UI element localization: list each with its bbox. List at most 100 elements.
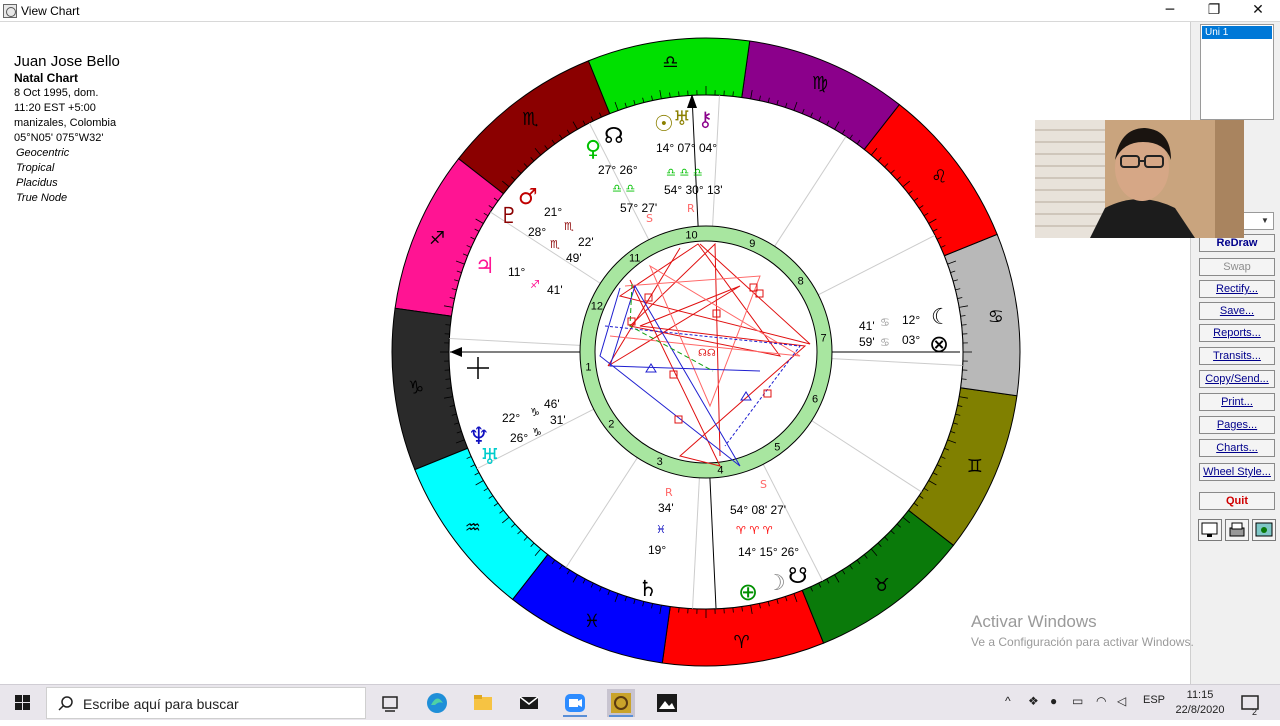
pages-button[interactable]: Pages... (1199, 416, 1275, 434)
notification-center-icon[interactable]: 2 (1236, 689, 1264, 717)
earth-group-minutes: 54° 08' 27' (730, 503, 786, 517)
print-button[interactable]: Print... (1199, 393, 1275, 411)
chart-info: Juan Jose Bello Natal Chart 8 Oct 1995, … (14, 52, 120, 206)
svg-text:2: 2 (1252, 707, 1257, 717)
quit-button[interactable]: Quit (1199, 492, 1275, 510)
pof-degree: 03° (902, 333, 920, 347)
search-icon (57, 695, 75, 713)
south-node-icon: ☋ (788, 564, 808, 589)
uranus-transit-icon: ♅ (480, 445, 500, 470)
svg-text:♏: ♏ (550, 238, 560, 251)
save-button[interactable]: Save... (1199, 302, 1275, 320)
sign-glyph-cancer-icon: ♋ (988, 306, 1004, 327)
task-view-icon[interactable] (376, 689, 404, 717)
clock-time: 11:15 (1172, 688, 1228, 703)
close-button[interactable]: ✕ (1236, 0, 1280, 22)
chart-list[interactable]: Uni 1 (1200, 24, 1274, 120)
wifi-icon[interactable]: ◠ (1096, 694, 1106, 708)
windows-start-icon[interactable] (0, 685, 46, 721)
birth-time: 11:20 EST +5:00 (14, 101, 120, 116)
chevron-down-icon[interactable]: ▼ (1258, 214, 1272, 228)
zodiac-wheel[interactable]: ♈♉♊♋♌♍♎♏♐♑♒♓ 109876543211211 ☉ ♅ ⚷ ♀ ☊ ♂… (380, 26, 1040, 678)
svg-text:R: R (665, 486, 673, 499)
volume-icon[interactable]: ◁ (1117, 694, 1126, 708)
svg-text:♑: ♑ (532, 426, 542, 439)
printer-icon[interactable] (1225, 519, 1249, 541)
svg-text:♓: ♓ (656, 523, 666, 536)
svg-text:♏: ♏ (564, 220, 574, 233)
search-placeholder: Escribe aquí para buscar (83, 696, 239, 712)
export-icon[interactable] (1252, 519, 1276, 541)
tray-expand-icon[interactable]: ^ (1005, 694, 1011, 708)
mercury-degrees: 54° 30° 13' (664, 183, 723, 197)
svg-text:S: S (760, 478, 767, 491)
birth-date: 8 Oct 1995, dom. (14, 86, 120, 101)
house-number-3: 3 (657, 456, 663, 468)
sun-icon: ☉ (654, 112, 674, 137)
degree-tick (679, 608, 680, 613)
center-node-icon: ☊☊ (698, 348, 716, 359)
astrology-app-icon[interactable] (607, 689, 635, 717)
uranus-icon: ♅ (673, 106, 691, 130)
zoom-icon[interactable] (561, 689, 589, 717)
sign-glyph-aries-icon: ♈ (734, 632, 750, 653)
maximize-button[interactable]: ❐ (1192, 0, 1236, 22)
system-clock[interactable]: 11:15 22/8/2020 (1172, 688, 1228, 718)
birth-coords: 05°N05' 075°W32' (14, 131, 120, 146)
jupiter-degree: 11° (508, 265, 525, 279)
webcam-overlay (1035, 120, 1244, 238)
svg-text:♐: ♐ (530, 278, 540, 291)
language-indicator[interactable]: ESP (1143, 694, 1165, 706)
wheel-style-button[interactable]: Wheel Style... (1199, 463, 1275, 481)
svg-text:♋: ♋ (880, 336, 890, 349)
person-name: Juan Jose Bello (14, 52, 120, 71)
taskbar-search-input[interactable]: Escribe aquí para buscar (46, 687, 366, 719)
sun-group-degrees: 14° 07° 04° (656, 141, 717, 155)
sign-glyph-libra-icon: ♎ (662, 52, 678, 73)
pluto-degree: 28° (528, 225, 546, 239)
mars-minutes: 22' (578, 235, 594, 249)
microphone-icon[interactable]: ● (1050, 694, 1057, 708)
moon-degree: 12° (902, 313, 920, 327)
house-number-7: 7 (821, 333, 827, 345)
copy-send-button[interactable]: Copy/Send... (1199, 370, 1275, 388)
degree-tick (962, 379, 967, 380)
sign-glyph-leo-icon: ♌ (931, 166, 947, 187)
battery-icon[interactable]: ▭ (1072, 694, 1083, 708)
watermark-subtitle: Ve a Configuración para activar Windows. (971, 635, 1194, 649)
minimize-button[interactable]: ─ (1148, 0, 1192, 22)
pof-minutes: 59' (859, 335, 875, 349)
photos-icon[interactable] (653, 689, 681, 717)
active-indicator (609, 715, 633, 717)
reports-button[interactable]: Reports... (1199, 324, 1275, 342)
transits-button[interactable]: Transits... (1199, 347, 1275, 365)
neptune-minutes: 46' (544, 397, 560, 411)
charts-button[interactable]: Charts... (1199, 439, 1275, 457)
sign-glyph-sagittarius-icon: ♐ (429, 228, 445, 249)
uranus-degree: 26° (510, 431, 528, 445)
dropbox-icon[interactable]: ❖ (1028, 694, 1039, 708)
chart-list-item[interactable]: Uni 1 (1202, 26, 1272, 39)
sign-glyph-pisces-icon: ♓ (584, 611, 600, 632)
house-number-10: 10 (685, 229, 697, 241)
setting-true-node: True Node (14, 191, 120, 206)
edge-browser-icon[interactable] (423, 689, 451, 717)
house-number-8: 8 (798, 276, 804, 288)
svg-text:R: R (687, 202, 695, 215)
chart-type: Natal Chart (14, 71, 120, 86)
moon-minutes: 41' (859, 319, 875, 333)
watermark-title: Activar Windows (971, 612, 1194, 632)
part-of-fortune-icon: ⊗ (929, 330, 949, 358)
venus-icon: ♀ (585, 137, 601, 162)
degree-tick (962, 325, 967, 326)
screen-view-icon[interactable] (1198, 519, 1222, 541)
saturn-minutes: 34' (658, 501, 674, 515)
setting-placidus: Placidus (14, 176, 120, 191)
file-explorer-icon[interactable] (469, 689, 497, 717)
mail-icon[interactable] (515, 689, 543, 717)
swap-button[interactable]: Swap (1199, 258, 1275, 276)
rectify-button[interactable]: Rectify... (1199, 280, 1275, 298)
sign-glyph-taurus-icon: ♉ (874, 575, 890, 596)
pluto-minutes: 49' (566, 251, 582, 265)
saturn-degree: 19° (648, 543, 666, 557)
